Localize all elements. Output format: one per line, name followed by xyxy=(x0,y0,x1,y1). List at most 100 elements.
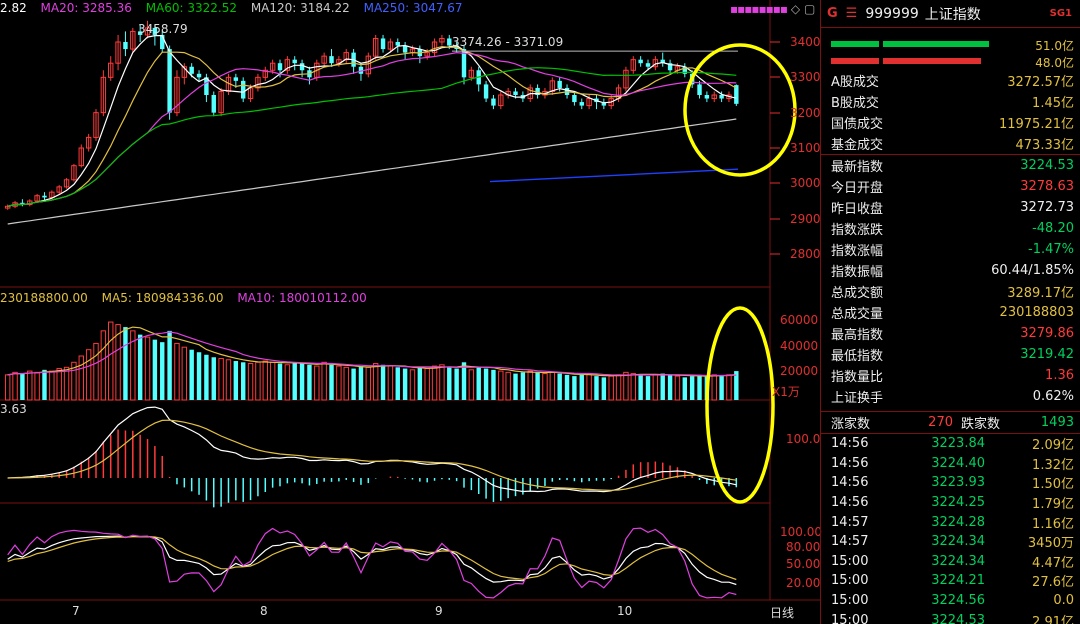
kline-chart-area[interactable]: 2.82 MA20: 3285.36 MA60: 3322.52 MA120: … xyxy=(0,0,822,624)
turnover-row: 基金成交 473.33亿 xyxy=(821,133,1080,154)
tick-row[interactable]: 14:57 3224.34 3450万 xyxy=(821,532,1080,552)
volume-bar-up xyxy=(93,342,99,401)
volume-bar-down xyxy=(240,362,246,400)
candle-body-down xyxy=(167,49,172,113)
stat-label: 总成交额 xyxy=(831,286,884,301)
volume-bar-down xyxy=(402,368,408,400)
volume-bar-down xyxy=(520,372,526,400)
volume-bar-down xyxy=(277,363,283,400)
volume-bar-up xyxy=(78,355,84,401)
volume-bar-down xyxy=(123,327,128,400)
g-badge[interactable]: G xyxy=(827,6,838,21)
stat-row: 指数涨幅 -1.47% xyxy=(821,239,1080,260)
stat-row: 指数振幅 60.44/1.85% xyxy=(821,260,1080,281)
kdj-k-line xyxy=(7,535,737,586)
volume-bar-up xyxy=(269,361,276,401)
volume-bar-down xyxy=(601,377,607,400)
candle-body-down xyxy=(579,102,584,106)
volume-bar-down xyxy=(447,367,452,400)
volume-bar-up xyxy=(336,365,342,401)
volume-bar-up xyxy=(498,370,504,401)
volume-bar-down xyxy=(572,376,577,400)
vol-axis-60000: 60000 xyxy=(780,313,819,327)
tick-time: 14:57 xyxy=(831,534,869,550)
stat-value: 3279.86 xyxy=(1020,326,1074,341)
tick-row[interactable]: 14:56 3224.25 1.79亿 xyxy=(821,493,1080,513)
tick-time: 15:00 xyxy=(831,593,869,609)
down-count-label: 跌家数 xyxy=(961,417,1001,432)
vol-ma10-legend: MA10: 180010112.00 xyxy=(237,291,367,305)
volume-bar-down xyxy=(299,363,305,400)
candle-body-down xyxy=(491,98,496,106)
sg-badge[interactable]: SG1 xyxy=(1050,8,1072,19)
stat-row: 最高指数 3279.86 xyxy=(821,323,1080,344)
vol-axis-20000: 20000 xyxy=(780,364,819,378)
stat-row: 今日开盘 3278.63 xyxy=(821,176,1080,197)
date-label-7: 7 xyxy=(72,604,80,618)
volume-bar-up xyxy=(144,336,151,401)
candle-body-down xyxy=(42,195,47,198)
turnover-label: A股成交 xyxy=(831,75,879,90)
tick-time: 15:00 xyxy=(831,573,869,589)
turnover-value: 11975.21亿 xyxy=(998,117,1074,132)
volume-bar-down xyxy=(667,374,673,400)
tick-row[interactable]: 14:56 3223.93 1.50亿 xyxy=(821,473,1080,493)
tick-list[interactable]: 14:56 3223.84 2.09亿 14:56 3224.40 1.32亿 14:56 3… xyxy=(821,434,1080,624)
volume-value: 230188800.00 xyxy=(0,291,88,305)
tick-amount: 1.16亿 xyxy=(1032,516,1074,532)
tick-row[interactable]: 15:00 3224.34 4.47亿 xyxy=(821,552,1080,572)
volume-bar-up xyxy=(225,359,232,401)
date-label-10: 10 xyxy=(617,604,633,618)
tick-time: 14:57 xyxy=(831,514,869,530)
stat-label: 指数涨幅 xyxy=(831,244,884,259)
tick-row[interactable]: 14:57 3224.28 1.16亿 xyxy=(821,512,1080,532)
volume-bar-up xyxy=(12,371,18,401)
tick-time: 14:56 xyxy=(831,436,869,452)
candle-body-down xyxy=(123,42,128,50)
volume-bar-up xyxy=(4,374,11,401)
stat-label: 上证换手 xyxy=(831,391,884,406)
volume-bar-up xyxy=(262,360,268,401)
candle-body-down xyxy=(329,56,334,64)
chart-corner-icons[interactable]: ▪▪▪▪▪▪▪▪ ◇ ▢ xyxy=(730,2,815,16)
volume-bar-up xyxy=(218,358,224,401)
volume-bar-up xyxy=(365,366,372,401)
volume-bar-down xyxy=(645,376,651,400)
diamond-icon[interactable]: ◇ xyxy=(791,2,800,16)
tick-row[interactable]: 15:00 3224.53 2.91亿 xyxy=(821,610,1080,624)
index-name: 上证指数 xyxy=(924,6,981,23)
stat-label: 指数涨跌 xyxy=(831,223,884,238)
volume-bar-up xyxy=(424,368,430,401)
tick-price: 3224.21 xyxy=(931,573,985,589)
hamburger-icon[interactable]: ☰ xyxy=(846,6,858,21)
volume-bar-up xyxy=(63,366,70,401)
ma5-line xyxy=(7,35,737,207)
tick-time: 14:56 xyxy=(831,475,869,491)
stat-row: 指数涨跌 -48.20 xyxy=(821,218,1080,239)
tick-amount: 3450万 xyxy=(1027,536,1074,552)
kline-chart-svg[interactable] xyxy=(0,0,820,624)
candle-body-down xyxy=(645,63,651,67)
volume-bar-down xyxy=(211,357,216,400)
volume-bar-down xyxy=(196,352,202,400)
tick-row[interactable]: 14:56 3223.84 2.09亿 xyxy=(821,434,1080,454)
ma20-legend: MA20: 3285.36 xyxy=(40,1,132,15)
kdj-axis-50: 50.00 xyxy=(786,557,821,571)
candle-body-down xyxy=(189,66,194,74)
period-daily-button[interactable]: 日线 xyxy=(770,604,794,621)
volume-bar-down xyxy=(160,342,165,400)
stat-value: -1.47% xyxy=(1028,242,1074,257)
tick-row[interactable]: 15:00 3224.21 27.6亿 xyxy=(821,571,1080,591)
tick-row[interactable]: 14:56 3224.40 1.32亿 xyxy=(821,454,1080,474)
volume-bar-up xyxy=(608,375,614,401)
square-icon[interactable]: ▢ xyxy=(804,2,815,16)
stat-value: 3219.42 xyxy=(1020,347,1074,362)
price-axis-3400: 3400 xyxy=(790,35,821,49)
tick-row[interactable]: 15:00 3224.56 0.0 xyxy=(821,591,1080,611)
candle-body-down xyxy=(299,63,305,71)
date-label-9: 9 xyxy=(435,604,443,618)
green-bar-b xyxy=(883,41,989,47)
volume-bar-down xyxy=(380,364,386,400)
tick-amount: 2.91亿 xyxy=(1032,614,1074,624)
tick-price: 3224.56 xyxy=(931,593,985,609)
